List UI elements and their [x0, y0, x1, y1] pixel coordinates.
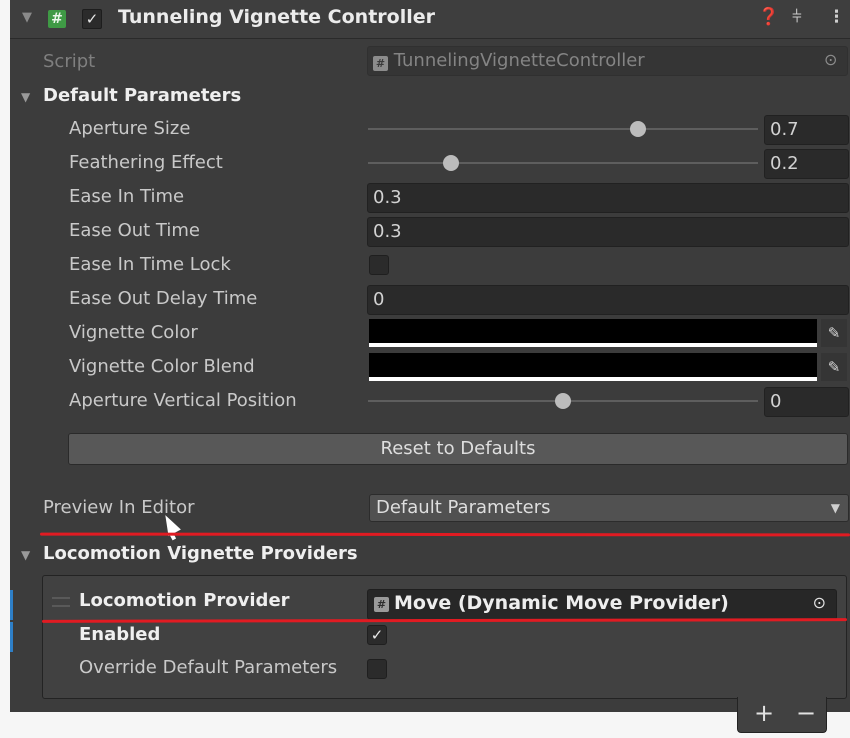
- reset-to-defaults-button[interactable]: Reset to Defaults: [68, 433, 848, 465]
- component-header[interactable]: ▼ # ✓ Tunneling Vignette Controller ❓ ⫩ …: [10, 0, 850, 39]
- script-label: Script: [43, 51, 96, 72]
- override-default-parameters-checkbox[interactable]: [367, 659, 387, 679]
- component-enabled-checkbox[interactable]: ✓: [82, 9, 102, 29]
- bottom-margin: [0, 712, 850, 738]
- override-default-parameters-label: Override Default Parameters: [79, 657, 338, 678]
- presets-icon[interactable]: ⫩: [792, 7, 802, 27]
- aperture-size-field[interactable]: 0.7: [764, 115, 849, 145]
- ease-out-delay-time-field[interactable]: 0: [367, 285, 849, 315]
- object-picker-icon[interactable]: ⊙: [824, 50, 837, 69]
- script-field[interactable]: # TunnelingVignetteController: [367, 46, 848, 76]
- script-file-icon: #: [374, 597, 389, 612]
- aperture-vertical-position-field[interactable]: 0: [764, 387, 849, 417]
- help-icon[interactable]: ❓: [758, 7, 779, 27]
- script-value: TunnelingVignetteController: [393, 50, 645, 71]
- ease-in-time-label: Ease In Time: [69, 186, 185, 207]
- ease-in-time-lock-checkbox[interactable]: [369, 255, 389, 275]
- ease-out-time-field[interactable]: 0.3: [367, 217, 849, 247]
- vignette-color-blend-swatch[interactable]: [369, 353, 817, 381]
- locomotion-provider-label: Locomotion Provider: [79, 590, 290, 611]
- vignette-color-blend-label: Vignette Color Blend: [69, 356, 255, 377]
- component-title: Tunneling Vignette Controller: [118, 6, 435, 28]
- locomotion-provider-field[interactable]: # Move (Dynamic Move Provider) ⊙: [367, 589, 837, 620]
- default-parameters-header[interactable]: Default Parameters: [43, 85, 241, 106]
- kebab-menu-icon[interactable]: ⋮: [828, 7, 845, 27]
- aperture-vertical-position-slider-thumb[interactable]: [555, 393, 571, 409]
- ease-in-time-field[interactable]: 0.3: [367, 183, 849, 213]
- left-margin: [0, 0, 10, 738]
- ease-out-delay-time-label: Ease Out Delay Time: [69, 288, 258, 309]
- aperture-vertical-position-label: Aperture Vertical Position: [69, 390, 297, 411]
- feathering-effect-label: Feathering Effect: [69, 152, 223, 173]
- providers-foldout-icon[interactable]: ▼: [21, 548, 30, 562]
- selection-indicator: [10, 590, 13, 620]
- vignette-color-swatch[interactable]: [369, 319, 817, 347]
- locomotion-provider-value: Move (Dynamic Move Provider): [394, 592, 729, 614]
- add-icon[interactable]: +: [754, 699, 774, 727]
- annotation-underline: [39, 532, 850, 537]
- eyedropper-icon[interactable]: ✎: [821, 319, 847, 347]
- script-file-icon: #: [373, 56, 388, 71]
- script-hash-icon: #: [48, 10, 66, 28]
- ease-in-time-lock-label: Ease In Time Lock: [69, 254, 231, 275]
- enabled-label: Enabled: [79, 624, 161, 645]
- feathering-effect-field[interactable]: 0.2: [764, 149, 849, 179]
- providers-header[interactable]: Locomotion Vignette Providers: [43, 543, 358, 564]
- selection-indicator: [10, 622, 13, 652]
- inspector-panel: ▼ # ✓ Tunneling Vignette Controller ❓ ⫩ …: [0, 0, 850, 738]
- feathering-effect-slider-thumb[interactable]: [443, 155, 459, 171]
- remove-icon[interactable]: −: [796, 699, 816, 727]
- aperture-size-label: Aperture Size: [69, 118, 191, 139]
- object-picker-icon[interactable]: ⊙: [813, 593, 826, 612]
- dropdown-arrow-icon: ▼: [830, 501, 840, 515]
- list-footer-overlay: + −: [737, 697, 827, 733]
- ease-out-time-label: Ease Out Time: [69, 220, 200, 241]
- aperture-size-slider[interactable]: [368, 128, 758, 130]
- foldout-arrow-icon[interactable]: ▼: [22, 10, 32, 25]
- preview-in-editor-selected: Default Parameters: [376, 497, 551, 518]
- preview-in-editor-dropdown[interactable]: Default Parameters ▼: [369, 494, 849, 522]
- enabled-checkbox[interactable]: ✓: [367, 625, 387, 645]
- default-parameters-foldout-icon[interactable]: ▼: [21, 90, 30, 104]
- vignette-color-label: Vignette Color: [69, 322, 198, 343]
- drag-handle-icon[interactable]: [52, 597, 70, 607]
- feathering-effect-slider[interactable]: [368, 162, 758, 164]
- aperture-size-slider-thumb[interactable]: [630, 121, 646, 137]
- eyedropper-icon[interactable]: ✎: [821, 353, 847, 381]
